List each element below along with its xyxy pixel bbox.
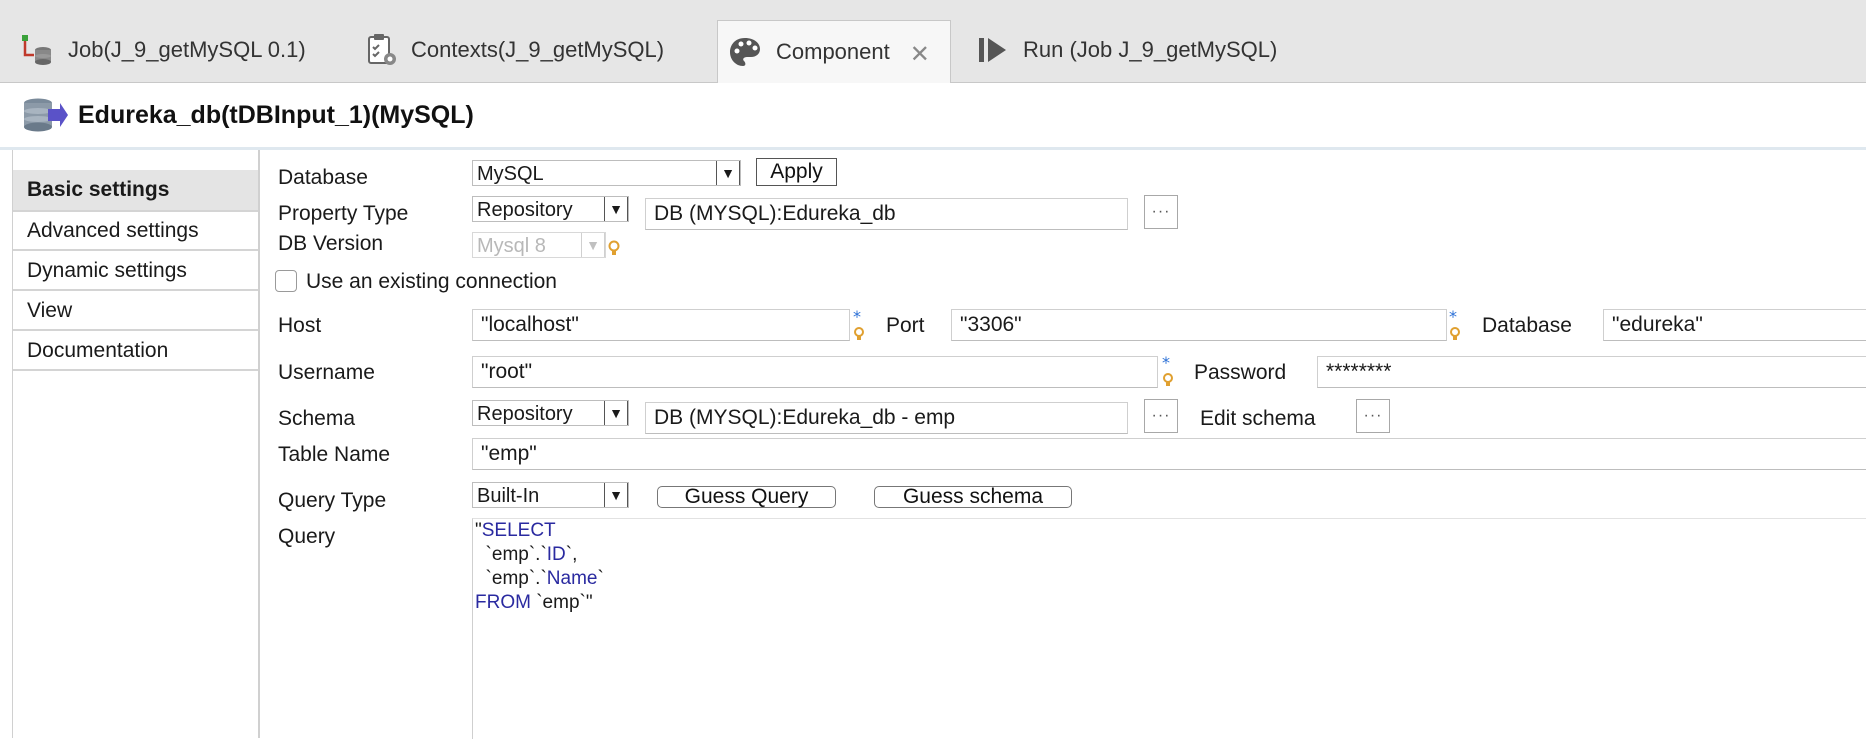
- context-hint-icon: *: [1448, 307, 1462, 340]
- svg-text:*: *: [1449, 310, 1457, 326]
- port-input[interactable]: "3306": [951, 309, 1447, 341]
- component-header: Edureka_db(tDBInput_1)(MySQL): [0, 83, 1866, 150]
- palette-icon: [728, 36, 762, 68]
- schema-label: Schema: [278, 407, 356, 430]
- svg-text:*: *: [1162, 356, 1170, 372]
- database-name-label: Database: [1482, 314, 1572, 337]
- tab-label: Component: [776, 39, 890, 64]
- context-hint-icon: *: [852, 307, 866, 340]
- sidebar-item-label: Advanced settings: [27, 218, 199, 242]
- settings-sidebar: Basic settings Advanced settings Dynamic…: [12, 150, 260, 738]
- query-editor[interactable]: "SELECT `emp`.`ID`, `emp`.`Name` FROM `e…: [472, 518, 1866, 739]
- query-text: "SELECT `emp`.`ID`, `emp`.`Name` FROM `e…: [475, 520, 604, 613]
- database-select-value: MySQL: [477, 163, 544, 185]
- sidebar-item-label: View: [27, 298, 73, 322]
- schema-select-value: Repository: [477, 403, 573, 425]
- context-hint-icon: *: [1161, 353, 1175, 386]
- edit-schema-button[interactable]: ···: [1356, 399, 1390, 433]
- query-type-select-value: Built-In: [477, 485, 540, 507]
- database-name-input[interactable]: "edureka": [1603, 309, 1866, 341]
- sidebar-item-basic-settings[interactable]: Basic settings: [13, 170, 258, 212]
- tab-label: Contexts(J_9_getMySQL): [411, 37, 665, 62]
- use-existing-connection-label: Use an existing connection: [306, 270, 557, 293]
- query-label: Query: [278, 525, 336, 548]
- db-version-select-value: Mysql 8: [477, 235, 546, 257]
- sql-keyword: SELECT: [481, 520, 556, 541]
- db-version-select: Mysql 8 ▼: [472, 232, 606, 258]
- edit-schema-label: Edit schema: [1200, 407, 1316, 430]
- sql-keyword: FROM: [475, 592, 531, 613]
- query-type-select[interactable]: Built-In ▼: [472, 482, 629, 508]
- sidebar-item-label: Documentation: [27, 338, 169, 362]
- contexts-icon: [365, 33, 397, 67]
- sidebar-item-label: Basic settings: [27, 178, 170, 201]
- sidebar-item-label: Dynamic settings: [27, 258, 187, 282]
- editor-tab-bar: Job(J_9_getMySQL 0.1) Contexts(J_9_getMy…: [0, 0, 1866, 83]
- property-repository-field[interactable]: DB (MYSQL):Edureka_db: [645, 198, 1128, 230]
- schema-repository-field[interactable]: DB (MYSQL):Edureka_db - emp: [645, 402, 1128, 434]
- property-type-select[interactable]: Repository ▼: [472, 196, 629, 222]
- password-input[interactable]: ********: [1317, 356, 1866, 388]
- chevron-down-icon[interactable]: ▼: [716, 161, 740, 185]
- database-select[interactable]: MySQL ▼: [472, 160, 741, 186]
- sidebar-item-view[interactable]: View: [13, 292, 258, 331]
- chevron-down-icon[interactable]: ▼: [604, 401, 628, 425]
- schema-select[interactable]: Repository ▼: [472, 400, 629, 426]
- query-type-label: Query Type: [278, 489, 387, 512]
- tab-label: Run (Job J_9_getMySQL): [1023, 37, 1278, 62]
- lightbulb-icon: [607, 236, 621, 266]
- chevron-down-icon[interactable]: ▼: [604, 197, 628, 221]
- database-label: Database: [278, 166, 368, 189]
- guess-schema-button[interactable]: Guess schema: [874, 485, 1072, 508]
- db-version-label: DB Version: [278, 232, 384, 255]
- chevron-down-icon: ▼: [581, 233, 605, 257]
- username-label: Username: [278, 361, 375, 384]
- table-name-label: Table Name: [278, 443, 391, 466]
- use-existing-connection-checkbox[interactable]: [275, 270, 297, 292]
- tab-contexts[interactable]: Contexts(J_9_getMySQL): [365, 18, 664, 82]
- database-input-icon: [22, 97, 68, 139]
- host-label: Host: [278, 314, 322, 337]
- tab-component[interactable]: Component ✕: [717, 20, 951, 83]
- guess-query-button[interactable]: Guess Query: [657, 485, 836, 508]
- sidebar-item-advanced-settings[interactable]: Advanced settings: [13, 212, 258, 251]
- tab-label: Job(J_9_getMySQL 0.1): [68, 37, 306, 62]
- host-input[interactable]: "localhost": [472, 309, 850, 341]
- svg-text:*: *: [853, 310, 861, 326]
- table-name-input[interactable]: "emp": [472, 438, 1866, 470]
- property-type-label: Property Type: [278, 202, 409, 225]
- password-label: Password: [1194, 361, 1287, 384]
- apply-button[interactable]: Apply: [756, 158, 837, 186]
- sidebar-item-dynamic-settings[interactable]: Dynamic settings: [13, 252, 258, 291]
- component-title: Edureka_db(tDBInput_1)(MySQL): [78, 101, 474, 129]
- port-label: Port: [886, 314, 925, 337]
- sidebar-item-documentation[interactable]: Documentation: [13, 332, 258, 371]
- property-browse-button[interactable]: ···: [1144, 195, 1178, 229]
- tab-job[interactable]: Job(J_9_getMySQL 0.1): [20, 18, 306, 82]
- close-tab-icon[interactable]: ✕: [910, 40, 930, 69]
- schema-browse-button[interactable]: ···: [1144, 399, 1178, 433]
- property-type-select-value: Repository: [477, 199, 573, 221]
- username-input[interactable]: "root": [472, 356, 1158, 388]
- job-icon: [20, 33, 54, 67]
- run-icon: [977, 36, 1009, 64]
- tab-run[interactable]: Run (Job J_9_getMySQL): [977, 18, 1277, 82]
- chevron-down-icon[interactable]: ▼: [604, 483, 628, 507]
